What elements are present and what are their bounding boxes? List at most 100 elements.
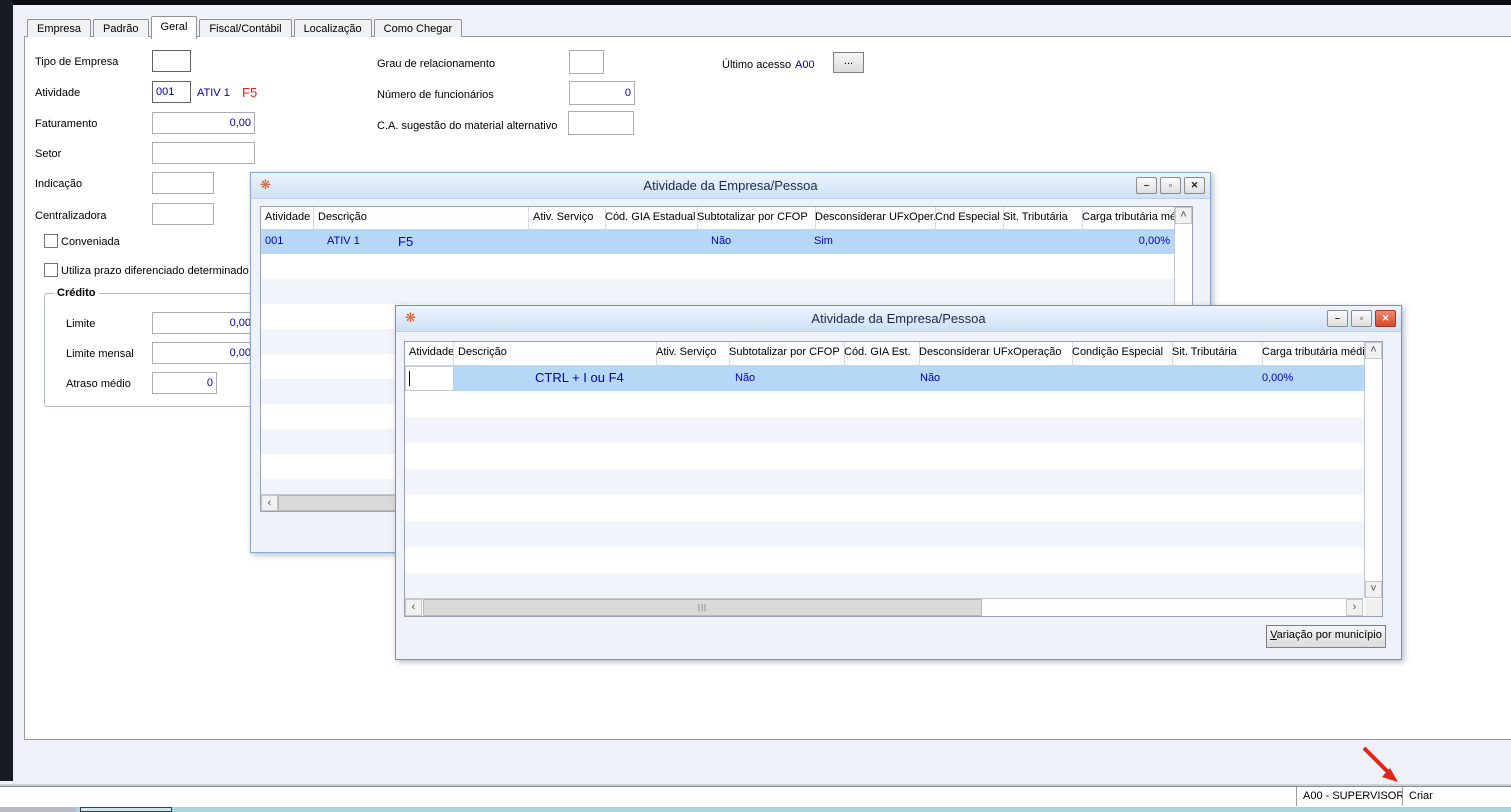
tab-geral[interactable]: Geral bbox=[150, 16, 198, 39]
scroll-up-icon[interactable]: ˄ bbox=[1365, 342, 1382, 359]
scroll-left-icon[interactable]: ‹ bbox=[261, 495, 278, 511]
annotation-arrow bbox=[1362, 746, 1398, 782]
faturamento-input[interactable]: 0,00 bbox=[152, 112, 255, 134]
variacao-por-municipio-button[interactable]: Variação por município bbox=[1266, 625, 1386, 648]
column-header-descricao[interactable]: Descrição bbox=[454, 342, 657, 365]
table-row[interactable] bbox=[405, 547, 1365, 573]
close-button[interactable]: ✕ bbox=[1184, 177, 1205, 194]
column-header-atividade[interactable]: Atividade bbox=[405, 342, 454, 365]
table-row[interactable] bbox=[405, 469, 1365, 495]
column-header-carga-tributaria[interactable]: Carga tributária média bbox=[1078, 207, 1179, 229]
text-caret bbox=[409, 371, 410, 386]
atraso-medio-label: Atraso médio bbox=[66, 378, 131, 390]
scroll-up-icon[interactable]: ˄ bbox=[1175, 207, 1192, 224]
scrollbar-thumb[interactable]: ||| bbox=[423, 599, 982, 616]
table-row[interactable] bbox=[405, 443, 1365, 469]
faturamento-label: Faturamento bbox=[35, 118, 98, 130]
table-row[interactable] bbox=[405, 417, 1365, 443]
table-row[interactable] bbox=[261, 279, 1175, 304]
taskbar-strip bbox=[0, 807, 1511, 812]
scroll-right-icon[interactable]: › bbox=[1346, 599, 1363, 616]
column-header-atividade[interactable]: Atividade bbox=[261, 207, 314, 229]
left-black-bar bbox=[0, 0, 13, 781]
table-row-selected[interactable]: 001 ATIV 1 F5 Não Sim 0,00% bbox=[261, 229, 1175, 254]
cell-subtotalizar: Não bbox=[711, 235, 732, 247]
ca-sugestao-input[interactable] bbox=[568, 111, 634, 135]
column-header-descricao[interactable]: Descrição bbox=[314, 207, 529, 229]
minimize-button[interactable]: – bbox=[1136, 177, 1157, 194]
centralizadora-label: Centralizadora bbox=[35, 210, 107, 222]
cell-desconsiderar: Sim bbox=[814, 235, 833, 247]
setor-label: Setor bbox=[35, 148, 62, 160]
table-row[interactable] bbox=[261, 254, 1175, 279]
tab-fiscal-contabil[interactable]: Fiscal/Contábil bbox=[199, 19, 292, 37]
column-header-sit-tributaria[interactable]: Sit. Tributária bbox=[1168, 342, 1263, 365]
app-icon: ❋ bbox=[260, 177, 271, 192]
dialog1-titlebar[interactable]: Atividade da Empresa/Pessoa bbox=[251, 173, 1210, 199]
dialog2-grid-header: Atividade Descrição Ativ. Serviço Subtot… bbox=[405, 342, 1369, 366]
column-header-subtotalizar[interactable]: Subtotalizar por CFOP bbox=[693, 207, 816, 229]
dialog2-vertical-scrollbar[interactable]: ˄ ˅ bbox=[1364, 342, 1382, 598]
button-label: ariação por município bbox=[1276, 629, 1382, 641]
column-header-ativ-servico[interactable]: Ativ. Serviço bbox=[652, 342, 730, 365]
scroll-left-icon[interactable]: ‹ bbox=[405, 599, 422, 616]
indicacao-input[interactable] bbox=[152, 172, 214, 194]
column-header-desconsiderar[interactable]: Desconsiderar UFxOperação bbox=[915, 342, 1073, 365]
conveniada-checkbox[interactable] bbox=[44, 234, 58, 248]
column-header-ativ-servico[interactable]: Ativ. Serviço bbox=[529, 207, 606, 229]
tab-localizacao[interactable]: Localização bbox=[293, 19, 372, 37]
maximize-button[interactable]: ▫ bbox=[1351, 310, 1372, 327]
top-black-bar bbox=[0, 0, 1511, 5]
ca-sugestao-label: C.A. sugestão do material alternativo bbox=[377, 120, 558, 132]
dialog2-titlebar[interactable]: Atividade da Empresa/Pessoa bbox=[396, 306, 1401, 332]
setor-input[interactable] bbox=[152, 142, 255, 164]
column-header-cod-gia[interactable]: Cód. GIA Est. bbox=[840, 342, 920, 365]
column-header-cnd-especial[interactable]: Cnd Especial bbox=[931, 207, 1004, 229]
numero-funcionarios-label: Número de funcionários bbox=[377, 89, 494, 101]
ultimo-acesso-browse-button[interactable]: ... bbox=[833, 52, 864, 73]
column-header-desconsiderar[interactable]: Desconsiderar UFxOper. bbox=[811, 207, 936, 229]
ultimo-acesso-label: Último acesso bbox=[722, 59, 792, 71]
atividade-input[interactable]: 001 bbox=[152, 81, 191, 103]
column-header-subtotalizar[interactable]: Subtotalizar por CFOP bbox=[725, 342, 845, 365]
limite-mensal-label: Limite mensal bbox=[66, 348, 134, 360]
utiliza-prazo-checkbox-label: Utiliza prazo diferenciado determinado p bbox=[61, 265, 258, 277]
status-bar: A00 - SUPERVISOR Criar bbox=[0, 786, 1511, 807]
ultimo-acesso-value: A00 bbox=[795, 59, 815, 71]
cell-carga-tributaria: 0,00% bbox=[1138, 235, 1170, 247]
tipo-empresa-input[interactable] bbox=[152, 50, 191, 72]
table-row[interactable] bbox=[405, 521, 1365, 547]
table-row[interactable] bbox=[405, 573, 1365, 598]
shortcut-annotation-ctrl-i-f4: CTRL + I ou F4 bbox=[535, 370, 624, 385]
grau-relacionamento-input[interactable] bbox=[569, 50, 604, 74]
maximize-button[interactable]: ▫ bbox=[1160, 177, 1181, 194]
atraso-medio-input[interactable]: 0 bbox=[152, 372, 217, 394]
dialog1-grid-header: Atividade Descrição Ativ. Serviço Cód. G… bbox=[261, 207, 1179, 230]
tab-padrao[interactable]: Padrão bbox=[93, 19, 149, 37]
atividade-label: Atividade bbox=[35, 87, 81, 99]
numero-funcionarios-input[interactable]: 0 bbox=[569, 81, 635, 105]
limite-input[interactable]: 0,00 bbox=[152, 312, 255, 334]
close-button[interactable]: ✕ bbox=[1375, 310, 1396, 327]
limite-mensal-input[interactable]: 0,00 bbox=[152, 342, 255, 364]
minimize-button[interactable]: – bbox=[1327, 310, 1348, 327]
table-row[interactable] bbox=[405, 391, 1365, 417]
utiliza-prazo-checkbox[interactable] bbox=[44, 263, 58, 277]
atividade-edit-cell[interactable] bbox=[405, 366, 454, 391]
dialog2-grid: Atividade Descrição Ativ. Serviço Subtot… bbox=[404, 341, 1383, 617]
dialog2-horizontal-scrollbar[interactable]: ‹ ||| › bbox=[405, 598, 1363, 616]
cell-desconsiderar: Não bbox=[920, 372, 941, 384]
scrollbar-corner bbox=[1365, 599, 1382, 616]
column-header-condicao-especial[interactable]: Condição Especial bbox=[1068, 342, 1173, 365]
column-header-carga-tributaria[interactable]: Carga tributária média bbox=[1258, 342, 1369, 365]
credito-group-title: Crédito bbox=[54, 287, 99, 299]
column-header-cod-gia[interactable]: Cód. GIA Estadual bbox=[601, 207, 698, 229]
table-row[interactable] bbox=[405, 495, 1365, 521]
scroll-down-icon[interactable]: ˅ bbox=[1365, 581, 1382, 598]
centralizadora-input[interactable] bbox=[152, 203, 214, 225]
cell-atividade: 001 bbox=[265, 235, 284, 247]
tab-empresa[interactable]: Empresa bbox=[27, 19, 92, 37]
column-header-sit-tributaria[interactable]: Sit. Tributária bbox=[999, 207, 1083, 229]
table-row-selected[interactable]: CTRL + I ou F4 Não Não 0,00% bbox=[405, 365, 1365, 391]
tab-como-chegar[interactable]: Como Chegar bbox=[373, 19, 463, 37]
